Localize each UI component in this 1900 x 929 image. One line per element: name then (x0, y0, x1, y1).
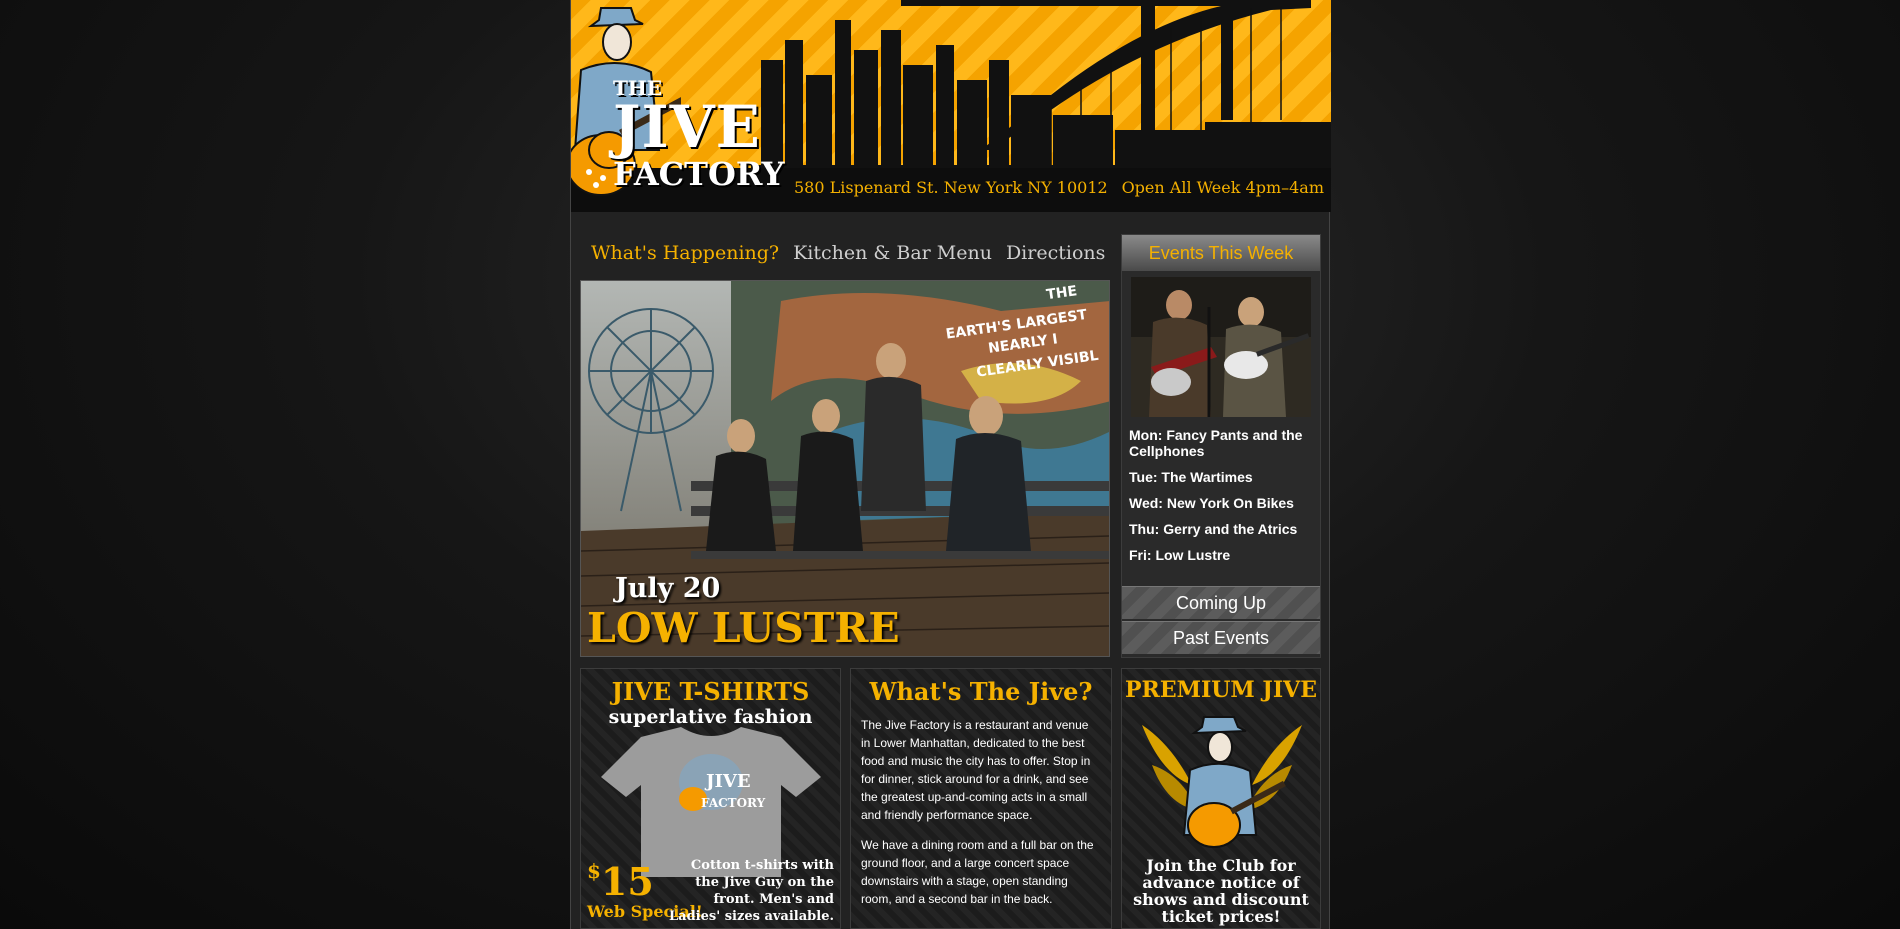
about-panel: What's The Jive? The Jive Factory is a r… (850, 668, 1112, 929)
event-item-wed[interactable]: Wed: New York On Bikes (1129, 495, 1315, 511)
event-item-tue[interactable]: Tue: The Wartimes (1129, 469, 1315, 485)
events-sidebar: Events This Week Mon: Fancy Pants and th… (1121, 234, 1321, 658)
logo-wordmark: THE JIVE FACTORY (613, 78, 785, 193)
tshirt-image: JIVE FACTORY (601, 727, 821, 877)
svg-text:JIVE: JIVE (704, 771, 751, 792)
svg-text:FACTORY: FACTORY (701, 796, 766, 810)
premium-jive-guy-icon (1142, 716, 1302, 848)
nav-kitchen-bar-menu[interactable]: Kitchen & Bar Menu (793, 242, 992, 264)
tshirts-subtitle: superlative fashion (608, 706, 813, 728)
tshirts-description: Cotton t-shirts with the Jive Guy on the… (669, 858, 834, 924)
event-item-mon[interactable]: Mon: Fancy Pants and the Cellphones (1129, 427, 1315, 459)
logo-factory: FACTORY (613, 155, 785, 193)
about-paragraph-2: We have a dining room and a full bar on … (861, 838, 1094, 906)
premium-description: Join the Club for advance notice of show… (1133, 856, 1309, 926)
nav-whats-happening[interactable]: What's Happening? (591, 242, 779, 264)
nav-directions[interactable]: Directions (1006, 242, 1105, 264)
premium-panel[interactable]: PREMIUM JIVE Join the Club for advance n… (1121, 668, 1321, 929)
events-list: Mon: Fancy Pants and the Cellphones Tue:… (1129, 427, 1315, 573)
about-paragraph-1: The Jive Factory is a restaurant and ven… (861, 718, 1091, 822)
events-this-week-heading[interactable]: Events This Week (1122, 235, 1320, 271)
tshirts-title: JIVE T-SHIRTS (611, 677, 810, 706)
feature-caption: July 20 LOW LUSTRE (587, 573, 900, 652)
main-nav: What's Happening? Kitchen & Bar Menu Dir… (579, 234, 1113, 272)
feature-banner[interactable]: THE EARTH'S LARGEST NEARLY I CLEARLY VIS… (580, 280, 1110, 657)
tshirts-panel[interactable]: JIVE T-SHIRTS superlative fashion JIVE F… (580, 668, 841, 929)
premium-title: PREMIUM JIVE (1125, 677, 1317, 703)
feature-band-name: LOW LUSTRE (587, 604, 900, 652)
price-tag: $15 (587, 859, 654, 904)
event-photo (1131, 277, 1311, 417)
coming-up-button[interactable]: Coming Up (1122, 586, 1320, 619)
feature-date: July 20 (615, 573, 721, 604)
about-title: What's The Jive? (869, 677, 1093, 706)
price-dollar: $ (587, 859, 601, 883)
hours-text: Open All Week 4pm–4am (1121, 178, 1324, 197)
price-amount: 15 (600, 859, 654, 904)
past-events-button[interactable]: Past Events (1122, 621, 1320, 654)
logo-jive: JIVE (613, 93, 761, 161)
logo[interactable]: THE JIVE FACTORY (571, 0, 791, 212)
address-text: 580 Lispenard St. New York NY 10012 (794, 178, 1108, 197)
site-container: THE JIVE FACTORY 580 Lispenard St. New Y… (570, 0, 1331, 929)
event-item-thu[interactable]: Thu: Gerry and the Atrics (1129, 521, 1315, 537)
event-item-fri[interactable]: Fri: Low Lustre (1129, 547, 1315, 563)
header: THE JIVE FACTORY 580 Lispenard St. New Y… (571, 0, 1331, 212)
tagline: 580 Lispenard St. New York NY 10012 Open… (794, 178, 1324, 197)
